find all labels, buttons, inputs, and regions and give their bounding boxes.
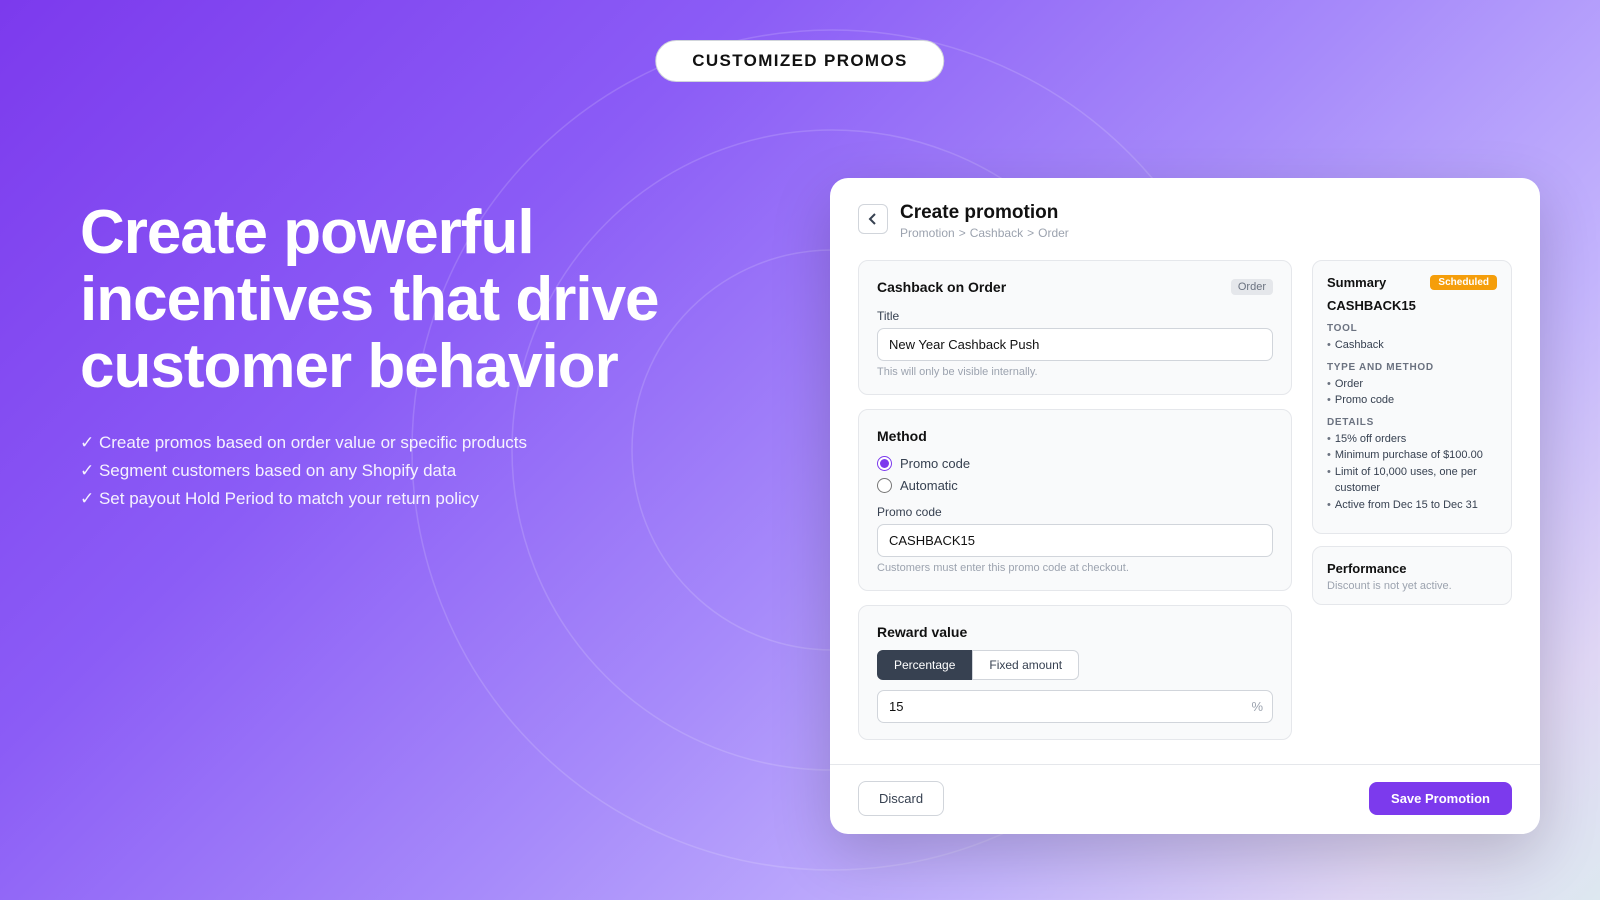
summary-detail-1: Minimum purchase of $100.00: [1327, 447, 1497, 464]
promo-title-hint: This will only be visible internally.: [877, 366, 1273, 378]
breadcrumb-promotion: Promotion: [900, 226, 955, 240]
reward-input-wrap: %: [877, 690, 1273, 723]
promo-title-input[interactable]: [877, 328, 1273, 361]
summary-type-section: TYPE AND METHOD Order Promo code: [1327, 362, 1497, 409]
percentage-toggle[interactable]: Percentage: [877, 650, 972, 680]
summary-detail-0: 15% off orders: [1327, 431, 1497, 448]
summary-panel: Summary Scheduled CASHBACK15 TOOL Cashba…: [1312, 260, 1512, 740]
modal-card: Create promotion Promotion > Cashback > …: [830, 178, 1540, 834]
performance-title: Performance: [1327, 561, 1497, 576]
modal-title: Create promotion: [900, 202, 1069, 224]
reward-title: Reward value: [877, 624, 1273, 640]
summary-tool-section: TOOL Cashback: [1327, 323, 1497, 354]
summary-card: Summary Scheduled CASHBACK15 TOOL Cashba…: [1312, 260, 1512, 534]
breadcrumb-order: Order: [1038, 226, 1069, 240]
summary-details-label: DETAILS: [1327, 417, 1497, 428]
feature-list: ✓ Create promos based on order value or …: [80, 433, 680, 509]
automatic-label: Automatic: [900, 478, 958, 493]
promo-code-radio[interactable]: [877, 456, 892, 471]
hero-headline: Create powerful incentives that drive cu…: [80, 200, 680, 401]
method-title: Method: [877, 428, 1273, 444]
modal-body: Cashback on Order Order Title This will …: [858, 260, 1512, 740]
fixed-amount-toggle[interactable]: Fixed amount: [972, 650, 1079, 680]
scheduled-badge: Scheduled: [1430, 275, 1497, 290]
reward-section: Reward value Percentage Fixed amount %: [858, 605, 1292, 740]
cashback-badge: Order: [1231, 279, 1273, 295]
reward-value-input[interactable]: [877, 690, 1273, 723]
summary-detail-3: Active from Dec 15 to Dec 31: [1327, 497, 1497, 514]
breadcrumb-cashback: Cashback: [970, 226, 1023, 240]
reward-suffix: %: [1251, 699, 1263, 714]
back-button[interactable]: [858, 204, 888, 234]
breadcrumb-sep-1: >: [959, 226, 966, 240]
discard-button[interactable]: Discard: [858, 781, 944, 816]
summary-title: Summary: [1327, 275, 1386, 290]
cashback-section: Cashback on Order Order Title This will …: [858, 260, 1292, 395]
automatic-radio[interactable]: [877, 478, 892, 493]
summary-tool-label: TOOL: [1327, 323, 1497, 334]
automatic-option[interactable]: Automatic: [877, 478, 1273, 493]
promo-code-input[interactable]: [877, 524, 1273, 557]
summary-details-section: DETAILS 15% off orders Minimum purchase …: [1327, 417, 1497, 514]
top-label-container: CUSTOMIZED PROMOS: [655, 40, 944, 82]
summary-header: Summary Scheduled: [1327, 275, 1497, 290]
promo-code-field-label: Promo code: [877, 505, 1273, 519]
performance-card: Performance Discount is not yet active.: [1312, 546, 1512, 605]
summary-tool-item-0: Cashback: [1327, 337, 1497, 354]
modal-header: Create promotion Promotion > Cashback > …: [858, 202, 1512, 240]
method-section: Method Promo code Automatic Promo code: [858, 409, 1292, 591]
performance-text: Discount is not yet active.: [1327, 580, 1497, 592]
summary-promo-name: CASHBACK15: [1327, 298, 1497, 313]
feature-item-1: ✓ Create promos based on order value or …: [80, 433, 680, 453]
save-promotion-button[interactable]: Save Promotion: [1369, 782, 1512, 815]
feature-item-2: ✓ Segment customers based on any Shopify…: [80, 461, 680, 481]
promo-title-label: Title: [877, 309, 1273, 323]
modal-title-block: Create promotion Promotion > Cashback > …: [900, 202, 1069, 240]
form-panel: Cashback on Order Order Title This will …: [858, 260, 1292, 740]
feature-item-3: ✓ Set payout Hold Period to match your r…: [80, 489, 680, 509]
page-title: CUSTOMIZED PROMOS: [655, 40, 944, 82]
breadcrumb-sep-2: >: [1027, 226, 1034, 240]
promo-code-hint: Customers must enter this promo code at …: [877, 562, 1273, 574]
method-radio-group: Promo code Automatic: [877, 456, 1273, 493]
hero-section: Create powerful incentives that drive cu…: [80, 200, 680, 517]
modal-footer: Discard Save Promotion: [830, 764, 1540, 834]
reward-toggle-group: Percentage Fixed amount: [877, 650, 1273, 680]
summary-detail-2: Limit of 10,000 uses, one per customer: [1327, 464, 1497, 497]
summary-type-label: TYPE AND METHOD: [1327, 362, 1497, 373]
promo-code-label: Promo code: [900, 456, 970, 471]
cashback-title: Cashback on Order: [877, 279, 1006, 295]
cashback-header: Cashback on Order Order: [877, 279, 1273, 295]
summary-type-item-0: Order: [1327, 376, 1497, 393]
summary-type-item-1: Promo code: [1327, 392, 1497, 409]
promo-code-option[interactable]: Promo code: [877, 456, 1273, 471]
breadcrumb: Promotion > Cashback > Order: [900, 226, 1069, 240]
